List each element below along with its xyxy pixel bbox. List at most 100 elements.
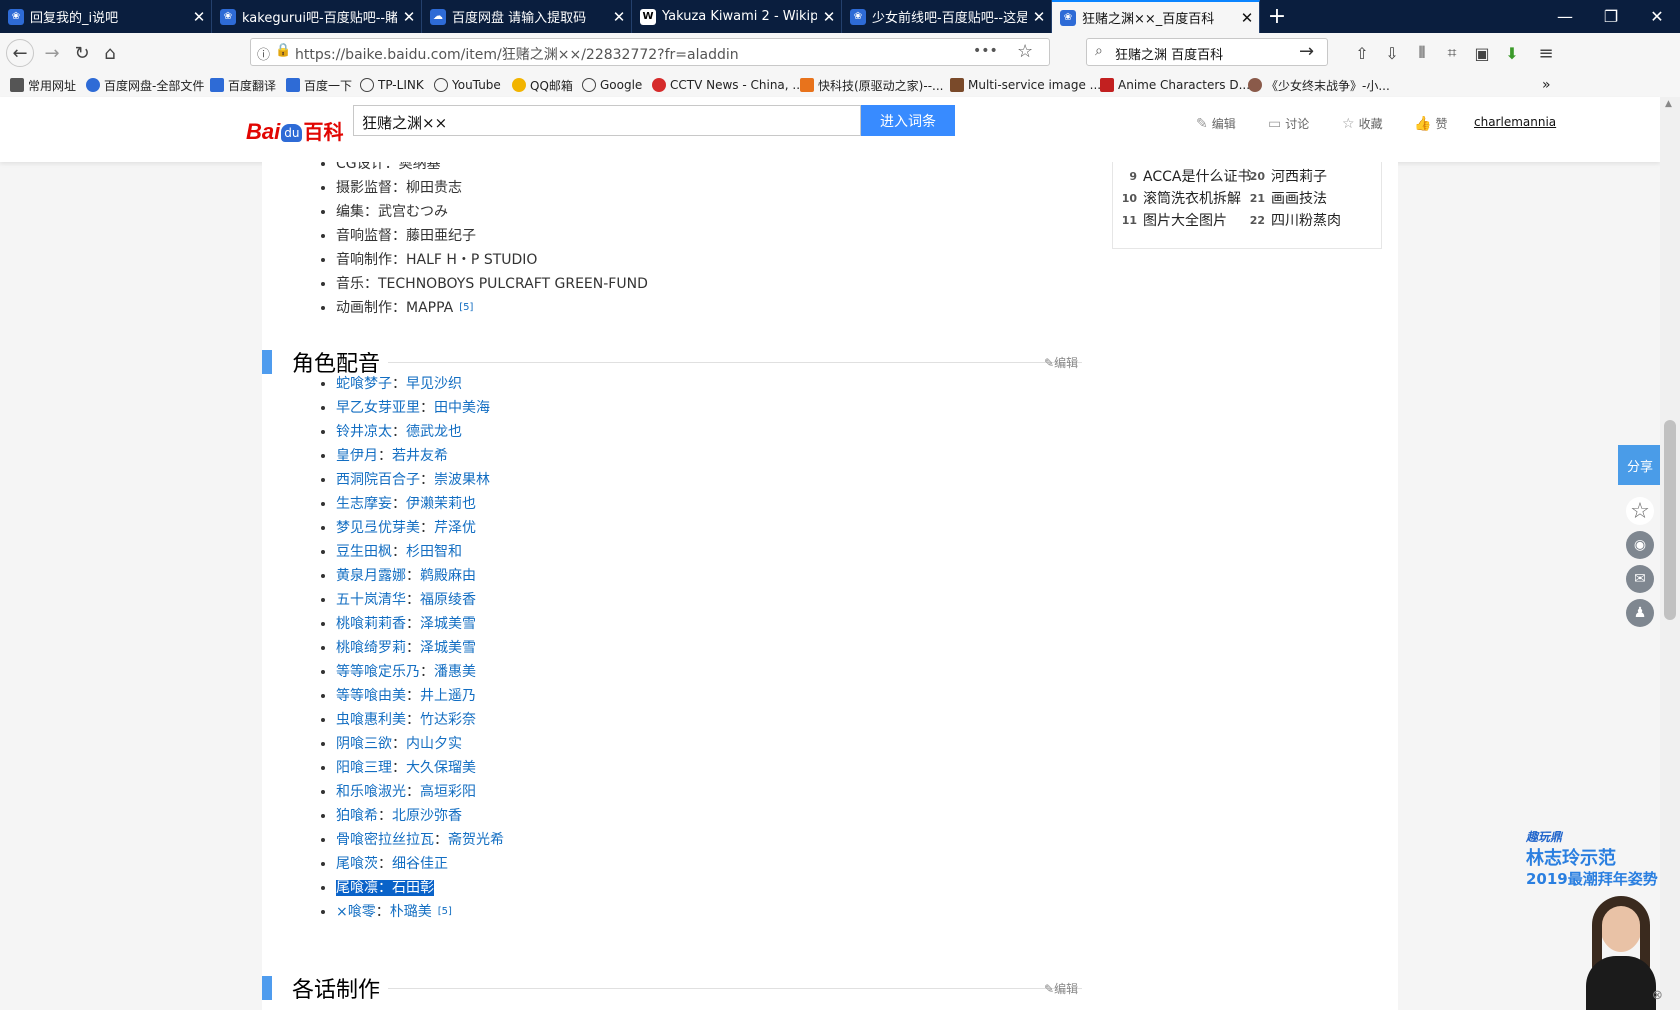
- close-icon[interactable]: ✕: [1027, 8, 1051, 26]
- character-link[interactable]: 梦见弖优芽美: [336, 520, 420, 536]
- character-link[interactable]: 铃井凉太: [336, 424, 392, 440]
- user-link[interactable]: charlemannia: [1474, 115, 1556, 129]
- bookmark-item[interactable]: YouTube: [434, 76, 501, 94]
- character-link[interactable]: 阳喰三理: [336, 760, 392, 776]
- crop-screenshot-icon[interactable]: ⌗: [1438, 39, 1466, 67]
- bookmark-star-icon[interactable]: ☆: [1017, 41, 1033, 62]
- scrollbar-thumb[interactable]: [1664, 420, 1676, 620]
- voice-actor-link[interactable]: 潘惠美: [434, 664, 476, 680]
- character-link[interactable]: 皇伊月: [336, 448, 378, 464]
- close-icon[interactable]: ✕: [1235, 9, 1259, 27]
- voice-actor-link[interactable]: 井上遥乃: [420, 688, 476, 704]
- voice-actor-link[interactable]: 石田彰: [392, 880, 434, 896]
- character-link[interactable]: 虫喰惠利美: [336, 712, 406, 728]
- character-link[interactable]: 生志摩妄: [336, 496, 392, 512]
- url-bar[interactable]: ⓘ 🔒 https://baike.baidu.com/item/狂赌之渊××/…: [250, 38, 1050, 66]
- bookmark-item[interactable]: 百度一下: [286, 76, 352, 94]
- ad-close-button[interactable]: ⊗: [1652, 988, 1663, 1003]
- reference-link[interactable]: [5]: [438, 906, 452, 917]
- close-window-button[interactable]: ✕: [1634, 0, 1680, 33]
- voice-actor-link[interactable]: 朴璐美: [390, 904, 432, 920]
- character-link[interactable]: 桃喰莉莉香: [336, 616, 406, 632]
- advertisement[interactable]: 趣玩鼎 林志玲示范 2019最潮拜年姿势 ⊗: [1524, 828, 1670, 1010]
- voice-actor-link[interactable]: 泽城美雪: [420, 640, 476, 656]
- bookmark-item[interactable]: 快科技(原驱动之家)--...: [800, 76, 943, 94]
- hot-item[interactable]: 10 滚筒洗衣机拆解: [1117, 188, 1241, 208]
- character-link[interactable]: 等等喰定乐乃: [336, 664, 420, 680]
- voice-actor-link[interactable]: 大久保瑠美: [406, 760, 476, 776]
- tab-0[interactable]: ❀ 回复我的_i说吧 ✕: [0, 0, 212, 33]
- search-go-arrow-icon[interactable]: →: [1299, 41, 1314, 62]
- close-icon[interactable]: ✕: [607, 8, 631, 26]
- collect-link[interactable]: ☆ 收藏: [1342, 115, 1383, 132]
- like-link[interactable]: 👍 赞: [1414, 115, 1447, 132]
- hot-item[interactable]: 20 河西莉子: [1245, 166, 1327, 186]
- voice-actor-link[interactable]: 伊濑茉莉也: [406, 496, 476, 512]
- character-link[interactable]: 狛喰希: [336, 808, 378, 824]
- hot-item[interactable]: 22 四川粉蒸肉: [1245, 210, 1341, 230]
- reload-button[interactable]: ↻: [68, 39, 96, 67]
- close-icon[interactable]: ✕: [817, 8, 841, 26]
- voice-actor-link[interactable]: 杉田智和: [406, 544, 462, 560]
- tab-1[interactable]: ❀ kakegurui吧-百度贴吧--賭ケグルイ ✕: [212, 0, 422, 33]
- bookmark-manager-icon[interactable]: ⇧: [1348, 39, 1376, 67]
- voice-actor-link[interactable]: 芹泽优: [434, 520, 476, 536]
- weibo-icon[interactable]: ◉: [1626, 531, 1654, 559]
- page-actions-button[interactable]: •••: [973, 43, 998, 59]
- voice-actor-link[interactable]: 斋贺光希: [448, 832, 504, 848]
- voice-actor-link[interactable]: 若井友希: [392, 448, 448, 464]
- character-link[interactable]: 骨喰密拉丝拉瓦: [336, 832, 434, 848]
- edit-link[interactable]: ✎ 编辑: [1196, 115, 1236, 132]
- baidu-baike-logo[interactable]: Bai du 百科: [246, 111, 343, 145]
- bookmark-item[interactable]: CCTV News - China, ...: [652, 76, 804, 94]
- tab-2[interactable]: ☁ 百度网盘 请输入提取码 ✕: [422, 0, 632, 33]
- sidebar-icon[interactable]: ▣: [1468, 39, 1496, 67]
- voice-actor-link[interactable]: 德武龙也: [406, 424, 462, 440]
- character-link[interactable]: 桃喰绮罗莉: [336, 640, 406, 656]
- character-link[interactable]: 豆生田枫: [336, 544, 392, 560]
- search-input[interactable]: 狂赌之渊 百度百科: [1115, 44, 1223, 63]
- section-edit-link[interactable]: ✎编辑: [1044, 354, 1078, 371]
- close-icon[interactable]: ✕: [397, 8, 421, 26]
- character-link[interactable]: 五十岚清华: [336, 592, 406, 608]
- info-icon[interactable]: ⓘ: [257, 44, 270, 63]
- bookmark-item[interactable]: Multi-service image ...: [950, 76, 1101, 94]
- bookmark-item[interactable]: 百度翻译: [210, 76, 276, 94]
- bookmarks-overflow-icon[interactable]: »: [1542, 76, 1551, 94]
- forward-button[interactable]: →: [38, 39, 66, 67]
- character-link[interactable]: 和乐喰淑光: [336, 784, 406, 800]
- tab-5-active[interactable]: ❀ 狂赌之渊××_百度百科 ✕: [1052, 0, 1260, 33]
- bookmark-item[interactable]: TP-LINK: [360, 76, 424, 94]
- bookmark-item[interactable]: 百度网盘-全部文件: [86, 76, 204, 94]
- scroll-up-arrow-icon[interactable]: ▲: [1665, 99, 1672, 109]
- library-icon[interactable]: ⫴: [1408, 39, 1436, 67]
- voice-actor-link[interactable]: 内山夕实: [406, 736, 462, 752]
- voice-actor-link[interactable]: 早见沙织: [406, 376, 462, 392]
- character-link[interactable]: ×喰零: [336, 904, 376, 920]
- wechat-icon[interactable]: ✉: [1626, 565, 1654, 593]
- url-text[interactable]: https://baike.baidu.com/item/狂赌之渊××/2283…: [295, 44, 739, 64]
- reference-link[interactable]: [5]: [459, 302, 473, 313]
- hot-item[interactable]: 9 ACCA是什么证书: [1117, 166, 1251, 186]
- bookmark-item[interactable]: Anime Characters D...: [1100, 76, 1250, 94]
- character-link[interactable]: 尾喰茨: [336, 856, 378, 872]
- favorite-star-icon[interactable]: ☆: [1626, 497, 1654, 525]
- extension-download-icon[interactable]: ⬇: [1498, 39, 1526, 67]
- voice-actor-link[interactable]: 田中美海: [434, 400, 490, 416]
- enter-entry-button[interactable]: 进入词条: [861, 105, 955, 136]
- restore-button[interactable]: ❐: [1588, 0, 1634, 33]
- menu-icon[interactable]: ≡: [1532, 39, 1560, 67]
- new-tab-button[interactable]: +: [1262, 0, 1292, 33]
- close-icon[interactable]: ✕: [187, 8, 211, 26]
- section-edit-link[interactable]: ✎编辑: [1044, 980, 1078, 997]
- hot-item[interactable]: 11 图片大全图片: [1117, 210, 1227, 230]
- hot-item[interactable]: 21 画画技法: [1245, 188, 1327, 208]
- voice-actor-link[interactable]: 崇波果林: [434, 472, 490, 488]
- home-button[interactable]: ⌂: [96, 39, 124, 67]
- text-selection[interactable]: 尾喰凛：石田彰: [336, 880, 434, 896]
- voice-actor-link[interactable]: 北原沙弥香: [392, 808, 462, 824]
- voice-actor-link[interactable]: 竹达彩奈: [420, 712, 476, 728]
- character-link[interactable]: 西洞院百合子: [336, 472, 420, 488]
- character-link[interactable]: 等等喰由美: [336, 688, 406, 704]
- baike-search-input[interactable]: 狂赌之渊××: [353, 105, 861, 136]
